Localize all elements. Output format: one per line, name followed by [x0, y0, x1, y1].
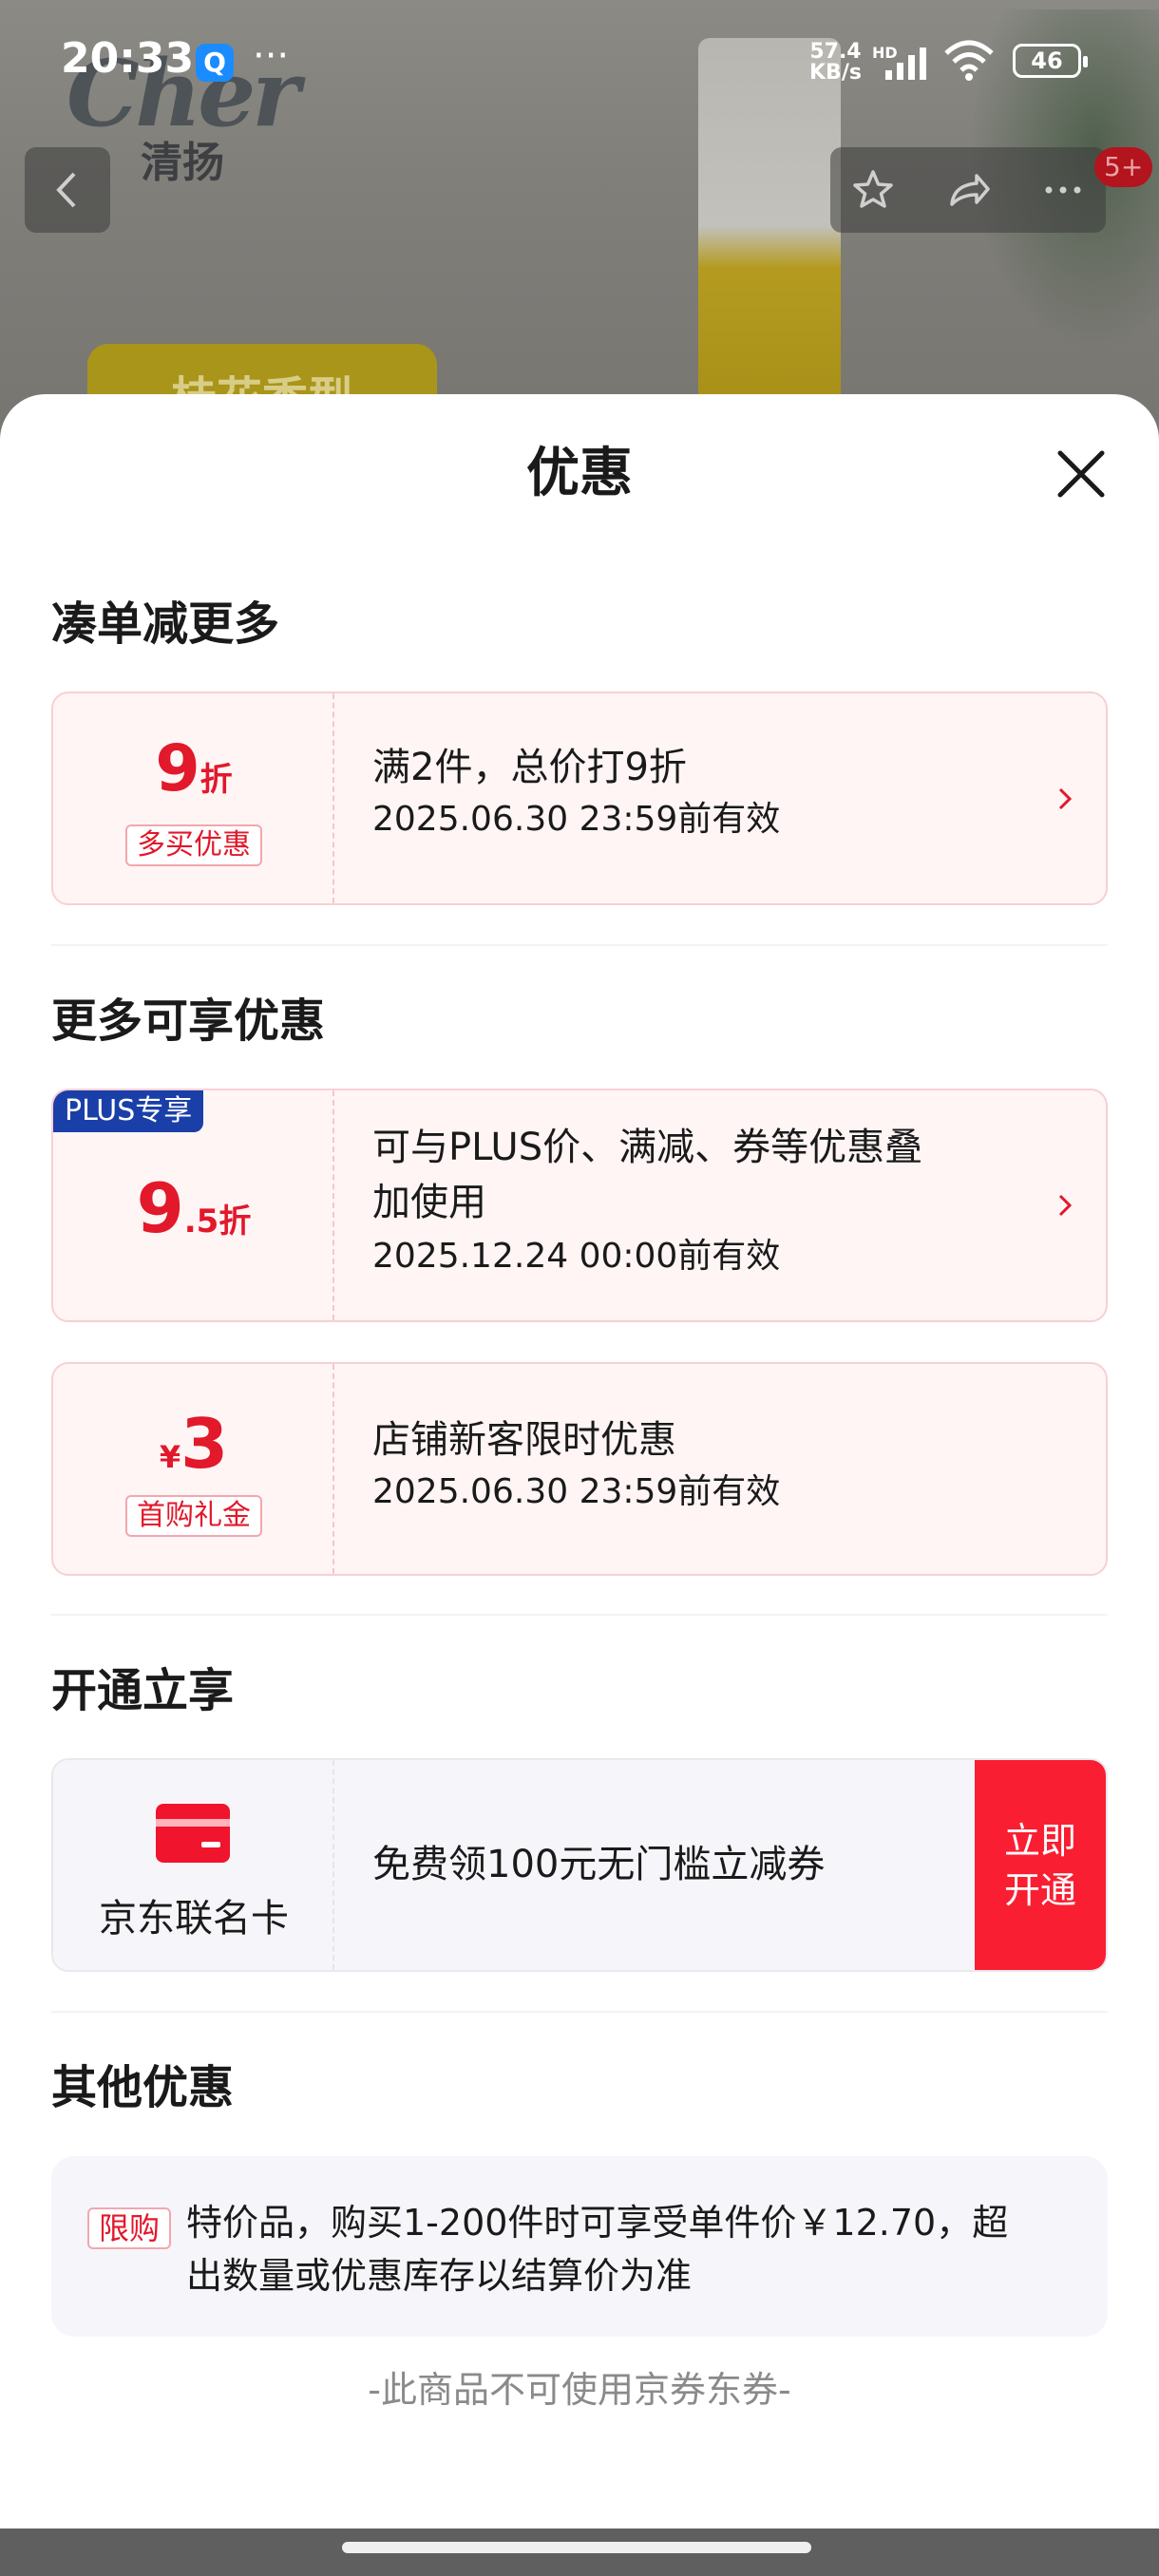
plus-discount-coupon[interactable]: PLUS专享 9.5折 可与PLUS价、满减、券等优惠叠 加使用 2025.12…	[51, 1089, 1108, 1322]
coupon-desc: 店铺新客限时优惠	[372, 1418, 676, 1462]
promotions-sheet: 优惠 凑单减更多 9折 多买优惠 满2件，总价打9折 2025.06.30 23…	[0, 394, 1159, 2531]
network-speed-unit: KB/s	[809, 61, 862, 85]
limit-tag: 限购	[87, 2207, 172, 2249]
close-button[interactable]	[1049, 442, 1113, 506]
coupon-decimal: .5	[183, 1203, 219, 1241]
coupon-value-panel: 9折 多买优惠	[53, 693, 334, 903]
bundle-discount-coupon[interactable]: 9折 多买优惠 满2件，总价打9折 2025.06.30 23:59前有效	[51, 691, 1108, 905]
coupon-validity: 2025.06.30 23:59前有效	[372, 800, 781, 839]
back-button[interactable]	[25, 147, 110, 233]
coupon-validity: 2025.12.24 00:00前有效	[372, 1237, 781, 1276]
section-divider	[51, 2011, 1108, 2013]
section-title-more: 更多可享优惠	[51, 994, 326, 1048]
purchase-limit-line1: 特价品，购买1-200件时可享受单件价￥12.70，超	[186, 2202, 1009, 2244]
coupon-value: 9	[155, 731, 200, 806]
sheet-title: 优惠	[526, 443, 633, 504]
battery-indicator: 46	[1013, 44, 1088, 78]
section-divider	[51, 1614, 1108, 1616]
card-name: 京东联名卡	[99, 1897, 289, 1941]
close-icon	[1057, 450, 1105, 498]
message-count-badge: 5+	[1094, 147, 1153, 187]
chevron-right-icon	[1058, 787, 1073, 809]
plus-exclusive-tag: PLUS专享	[53, 1090, 204, 1132]
coupon-value: 3	[180, 1404, 229, 1484]
card-panel: 京东联名卡	[53, 1760, 334, 1970]
network-speed: 57.4 KB/s	[809, 42, 862, 84]
coupon-value-panel: ¥3 首购礼金	[53, 1364, 334, 1574]
coupon-info: 店铺新客限时优惠 2025.06.30 23:59前有效	[372, 1364, 1030, 1574]
coupon-restriction-note: -此商品不可使用京券东券-	[368, 2369, 791, 2411]
favorite-button[interactable]	[830, 147, 916, 233]
open-card-button-line2: 开通	[1003, 1868, 1076, 1911]
home-indicator[interactable]	[342, 2542, 811, 2553]
app-notification-icon: Q	[196, 44, 234, 82]
star-icon	[853, 170, 893, 208]
card-offer-desc: 免费领100元无门槛立减券	[372, 1843, 826, 1886]
coupon-value-panel: PLUS专享 9.5折	[53, 1090, 334, 1320]
coupon-type-tag: 首购礼金	[125, 1495, 262, 1537]
chevron-right-icon	[1058, 1194, 1073, 1217]
brand-logo-cn: 清扬	[141, 139, 224, 187]
section-title-bundle: 凑单减更多	[51, 597, 280, 651]
share-button[interactable]	[925, 147, 1011, 233]
coupon-info: 可与PLUS价、满减、券等优惠叠 加使用 2025.12.24 00:00前有效	[372, 1090, 1030, 1320]
purchase-limit-text: 特价品，购买1-200件时可享受单件价￥12.70，超 出数量或优惠库存以结算价…	[186, 2196, 1022, 2302]
credit-card-icon	[156, 1804, 230, 1863]
coupon-desc: 满2件，总价打9折	[372, 746, 687, 789]
coupon-currency: ¥	[159, 1439, 181, 1475]
top-action-bar	[830, 147, 1106, 233]
purchase-limit-info: 限购 特价品，购买1-200件时可享受单件价￥12.70，超 出数量或优惠库存以…	[51, 2156, 1108, 2337]
coupon-type-tag: 多买优惠	[125, 824, 262, 866]
coupon-unit: 折	[200, 761, 233, 799]
more-notifications-icon: ···	[253, 34, 290, 78]
more-button[interactable]	[1020, 147, 1106, 233]
open-card-button-line1: 立即	[1003, 1819, 1076, 1862]
section-title-open: 开通立享	[51, 1664, 235, 1717]
signal-icon	[885, 47, 926, 80]
network-speed-value: 57.4	[809, 40, 862, 64]
share-icon	[950, 174, 990, 206]
purchase-limit-line2: 出数量或优惠库存以结算价为准	[186, 2255, 693, 2297]
status-bar: 20:33 Q ··· 57.4 KB/s HD 46	[0, 0, 1159, 123]
section-divider	[51, 944, 1108, 946]
coupon-unit: 折	[218, 1203, 252, 1241]
coupon-desc-line1: 可与PLUS价、满减、券等优惠叠	[372, 1126, 923, 1169]
co-branded-card-offer: 京东联名卡 免费领100元无门槛立减券 立即 开通	[51, 1758, 1108, 1972]
status-time: 20:33	[61, 34, 195, 83]
section-title-other: 其他优惠	[51, 2061, 235, 2114]
new-customer-coupon[interactable]: ¥3 首购礼金 店铺新客限时优惠 2025.06.30 23:59前有效	[51, 1362, 1108, 1576]
coupon-desc-line2: 加使用	[372, 1181, 486, 1224]
open-card-button[interactable]: 立即 开通	[975, 1760, 1106, 1970]
coupon-value: 9	[136, 1168, 184, 1248]
more-dots-icon	[1045, 186, 1081, 194]
coupon-info: 满2件，总价打9折 2025.06.30 23:59前有效	[372, 693, 1030, 903]
chevron-left-icon	[56, 172, 76, 208]
coupon-validity: 2025.06.30 23:59前有效	[372, 1472, 781, 1511]
wifi-icon	[944, 40, 994, 81]
